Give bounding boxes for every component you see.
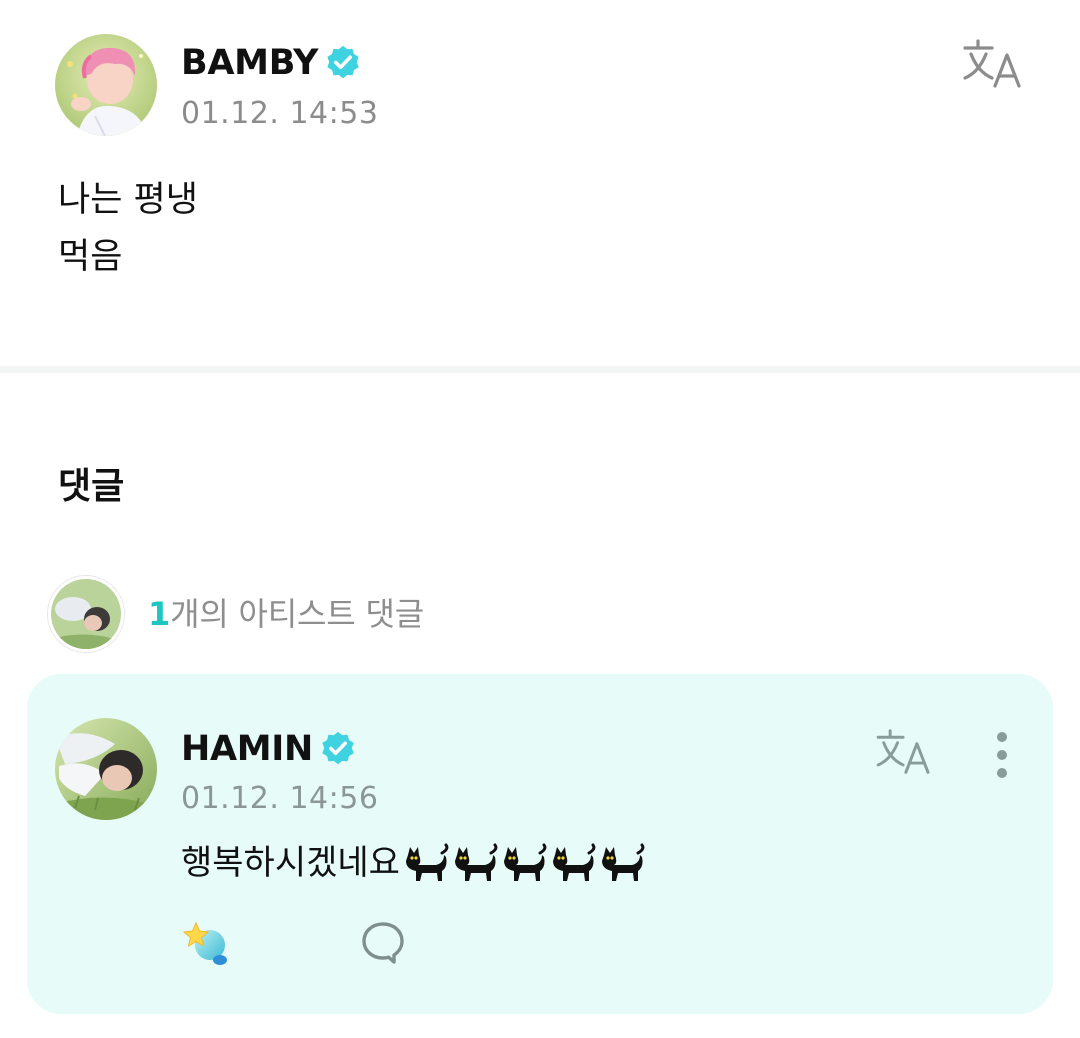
more-vertical-icon[interactable] <box>990 730 1014 780</box>
speech-bubble-icon[interactable] <box>360 920 406 966</box>
section-divider <box>0 366 1080 373</box>
black-cat-emoji-icon <box>405 843 449 881</box>
artist-comment-count: 1개의 아티스트 댓글 <box>148 594 424 634</box>
sparkle-reaction-icon[interactable] <box>180 917 232 969</box>
post-body-line: 나는 평냉 <box>58 180 198 220</box>
artist-comment-count-label: 개의 아티스트 댓글 <box>170 595 424 633</box>
artist-comments-filter[interactable]: 1개의 아티스트 댓글 <box>48 576 424 652</box>
verified-badge-icon <box>327 45 359 79</box>
comment-body: 행복하시겠네요 <box>181 840 647 886</box>
post-timestamp: 01.12. 14:53 <box>181 96 379 131</box>
black-cat-emoji-icon <box>454 843 498 881</box>
post-body-line: 먹음 <box>58 237 123 277</box>
comments-title: 댓글 <box>58 466 125 507</box>
artist-thumbnail <box>48 576 124 652</box>
comment-timestamp: 01.12. 14:56 <box>181 781 379 816</box>
post-body: 나는 평냉 먹음 <box>58 172 198 286</box>
avatar-photo-icon <box>55 718 157 820</box>
comment-author-name[interactable]: HAMIN <box>181 727 313 771</box>
black-cat-emoji-icon <box>601 843 645 881</box>
verified-badge-icon <box>322 731 354 765</box>
artist-thumbnail-icon <box>51 579 121 649</box>
avatar-illustration-icon <box>55 34 157 136</box>
black-cat-emoji-icon <box>503 843 547 881</box>
comment-author[interactable]: HAMIN <box>181 727 357 771</box>
translate-icon[interactable] <box>874 728 934 776</box>
black-cat-emoji-icon <box>552 843 596 881</box>
artist-comment-count-number: 1 <box>148 595 171 633</box>
cat-emoji-group <box>402 843 647 883</box>
post-detail-page: BAMBY 01.12. 14:53 나는 평냉 먹음 댓글 1개의 아티스트 … <box>0 0 1080 1038</box>
comment-text: 행복하시겠네요 <box>181 843 400 883</box>
post-author[interactable]: BAMBY <box>181 41 362 85</box>
translate-icon[interactable] <box>962 38 1024 90</box>
post-author-name[interactable]: BAMBY <box>181 41 319 85</box>
comment-author-avatar[interactable] <box>55 718 157 820</box>
post-author-avatar[interactable] <box>55 34 157 136</box>
